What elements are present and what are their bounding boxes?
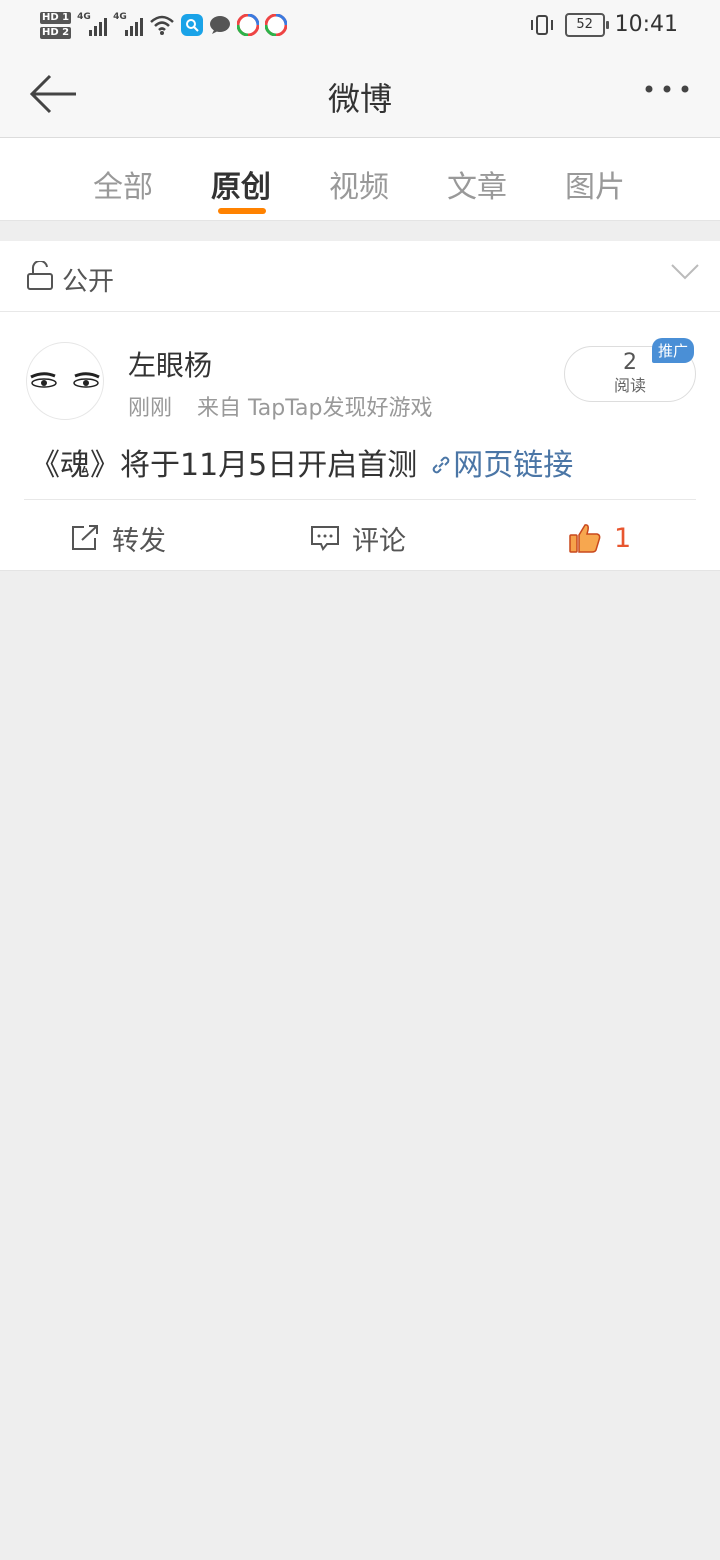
vibrate-icon [530,14,553,35]
filter-tabs: 全部 原创 视频 文章 图片 [0,138,720,221]
signal-icon: 4G [77,12,108,36]
chevron-down-icon[interactable] [670,263,700,281]
web-link[interactable]: 网页链接 [453,448,573,483]
tab-article[interactable]: 文章 [427,162,527,206]
post-body: 《魂》将于11月5日开启首测 [30,448,418,483]
avatar-eyes-image [30,372,100,388]
active-tab-indicator [218,208,266,214]
username[interactable]: 左眼杨 [128,344,212,384]
page-title: 微博 [327,80,392,118]
like-button[interactable]: 1 [568,518,631,558]
status-bar: HD 1 HD 2 4G 4G 52 10:41 [0,0,720,52]
promo-badge[interactable]: 推广 [652,338,695,363]
avatar[interactable] [26,342,104,420]
like-count: 1 [614,522,632,554]
comment-label: 评论 [352,525,406,557]
comment-button[interactable]: 评论 [310,518,406,558]
privacy-selector[interactable]: 公开 [0,241,720,312]
tab-original[interactable]: 原创 [191,162,291,206]
read-label: 阅读 [613,376,646,395]
post-card[interactable]: 左眼杨 刚刚 来自 TapTap发现好游戏 2 阅读 推广 《魂》将于11月5日… [0,312,720,571]
thumbs-up-icon [569,524,601,553]
signal-icon-2: 4G [113,12,144,36]
sim1-label: HD 1 [40,11,72,24]
post-text: 《魂》将于11月5日开启首测 网页链接 [30,440,573,484]
app-icon-1 [237,14,260,36]
clock: 10:41 [614,12,678,37]
post-time: 刚刚 [128,396,173,421]
network-type-1: 4G [77,12,91,22]
post-meta: 刚刚 来自 TapTap发现好游戏 [128,390,433,422]
post-source[interactable]: 来自 TapTap发现好游戏 [197,396,432,421]
battery-icon: 52 [564,12,609,37]
sim-indicators: HD 1 HD 2 [40,11,72,39]
unlock-icon [27,261,53,290]
privacy-label: 公开 [62,267,115,297]
network-type-2: 4G [113,12,127,22]
sim2-label: HD 2 [40,26,72,39]
divider [24,499,696,500]
repost-label: 转发 [112,525,166,557]
link-icon [432,456,450,474]
tab-video[interactable]: 视频 [309,162,409,206]
more-dots-icon[interactable] [644,84,690,94]
repost-button[interactable]: 转发 [70,518,166,558]
tab-image[interactable]: 图片 [545,162,645,206]
tab-all[interactable]: 全部 [73,162,173,206]
nav-bar: 微博 [0,52,720,138]
comment-icon [311,526,339,551]
repost-icon [72,525,98,550]
search-app-icon [181,14,204,36]
wifi-icon [150,15,174,35]
message-app-icon [210,16,231,34]
app-icon-2 [265,14,288,36]
